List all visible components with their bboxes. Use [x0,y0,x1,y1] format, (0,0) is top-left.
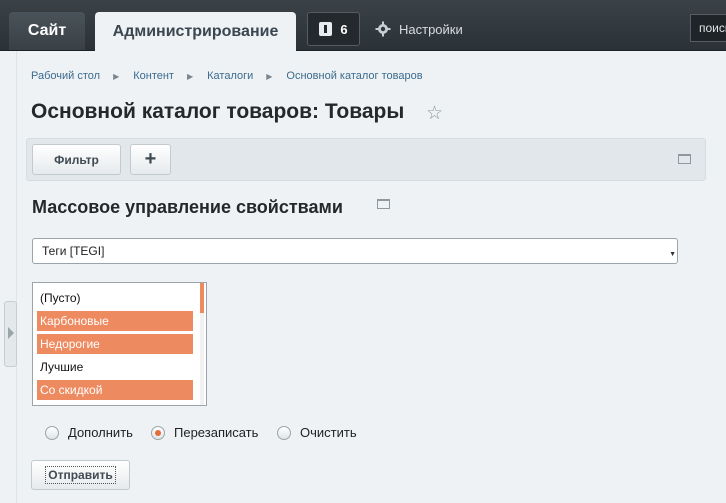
search-input[interactable]: поиск [690,14,726,42]
radio-label: Дополнить [68,425,133,440]
tab-administration[interactable]: Администрирование [95,12,296,51]
listbox-scroll-thumb[interactable] [200,283,204,313]
page-title: Основной каталог товаров: Товары [31,100,405,123]
radio-button[interactable] [45,425,59,440]
expand-arrow-icon [8,327,14,339]
favorite-star-icon[interactable]: ☆ [426,102,443,125]
breadcrumb: Рабочий стол ▶ Контент ▶ Каталоги ▶ Осно… [31,70,423,82]
chevron-down-icon: ▼ [669,251,676,258]
breadcrumb-separator-icon: ▶ [266,71,273,81]
panel-toggle-icon[interactable] [678,154,691,164]
list-item[interactable]: (Пусто) [37,288,193,308]
radio-button[interactable] [277,425,291,440]
window-icon[interactable] [377,199,390,209]
list-item[interactable]: Карбоновые [37,311,193,331]
breadcrumb-separator-icon: ▶ [186,71,194,81]
notifications-count: 6 [340,21,348,37]
radio-label: Перезаписать [174,425,259,440]
notifications-button[interactable]: 6 [307,12,360,46]
sidebar-toggle-handle[interactable] [4,301,17,367]
radio-option-clear[interactable]: Очистить [277,425,357,440]
settings-label: Настройки [399,21,463,37]
radio-button-checked[interactable] [151,425,165,440]
section-title: Массовое управление свойствами [32,197,343,217]
breadcrumb-item-main-catalog[interactable]: Основной каталог товаров [286,70,422,82]
list-item[interactable]: Со скидкой [37,380,193,400]
property-select[interactable]: Теги [TEGI] ▼ [32,238,678,264]
settings-link[interactable]: Настройки [375,19,463,39]
info-icon [319,22,333,36]
breadcrumb-item-desktop[interactable]: Рабочий стол [31,70,100,82]
list-item[interactable]: Недорогие [37,334,193,354]
property-select-value: Теги [TEGI] [42,244,105,258]
radio-option-overwrite[interactable]: Перезаписать [151,425,258,440]
add-filter-button[interactable]: + [130,144,171,175]
admin-topbar: Сайт Администрирование 6 Настройки поиск [0,0,726,51]
filter-button[interactable]: Фильтр [32,144,121,175]
submit-label: Отправить [45,466,116,484]
breadcrumb-item-content[interactable]: Контент [133,70,174,82]
radio-label: Очистить [300,425,357,440]
submit-button[interactable]: Отправить [31,460,130,490]
filter-bar [26,138,706,181]
gear-icon [375,21,391,37]
list-item[interactable]: Лучшие [37,357,193,377]
values-listbox[interactable]: (Пусто) Карбоновые Недорогие Лучшие Со с… [32,282,207,406]
breadcrumb-item-catalogs[interactable]: Каталоги [207,70,253,82]
radio-option-append[interactable]: Дополнить [45,425,133,440]
breadcrumb-separator-icon: ▶ [113,71,120,81]
tab-site[interactable]: Сайт [9,12,85,50]
